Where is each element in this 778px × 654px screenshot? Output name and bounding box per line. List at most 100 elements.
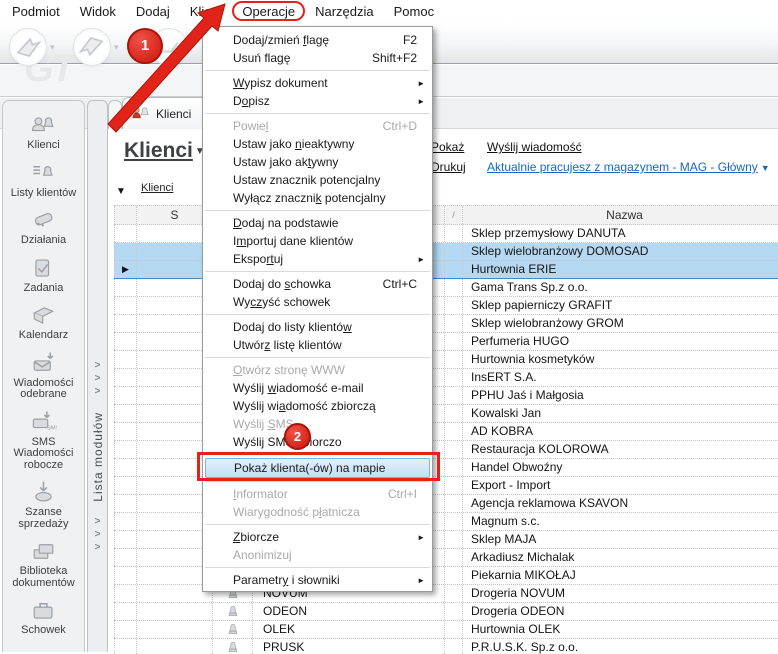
submenu-arrow-icon: ► bbox=[417, 75, 425, 93]
menubar-item-podmiot[interactable]: Podmiot bbox=[2, 2, 70, 21]
menu-item-wyślij-wiadomość-e-mail[interactable]: Wyślij wiadomość e-mail bbox=[203, 379, 432, 397]
sidebar-item-label: Szanse sprzedaży bbox=[4, 507, 84, 530]
submenu-arrow-icon: ► bbox=[417, 529, 425, 547]
sidebar-item-biblioteka-dokumentów[interactable]: Biblioteka dokumentów bbox=[4, 538, 84, 589]
row-marker-cell bbox=[114, 621, 136, 638]
menu-item-dodaj-na-podstawie[interactable]: Dodaj na podstawie bbox=[203, 214, 432, 232]
sidebar-item-kalendarz[interactable]: Kalendarz bbox=[4, 302, 84, 342]
menu-item-zbiorcze[interactable]: Zbiorcze► bbox=[203, 528, 432, 546]
menu-item-wyczyść-schowek[interactable]: Wyczyść schowek bbox=[203, 293, 432, 311]
table-row[interactable]: PRUSKP.R.U.S.K. Sp.z o.o. bbox=[114, 639, 778, 654]
show-link[interactable]: Pokaż bbox=[431, 140, 464, 154]
s-cell bbox=[136, 549, 212, 566]
menu-item-dodaj-do-schowka[interactable]: Dodaj do schowkaCtrl+C bbox=[203, 275, 432, 293]
sidebar-item-label: Listy klientów bbox=[11, 188, 76, 200]
sidebar-item-label: Kalendarz bbox=[19, 330, 69, 342]
mini-cell bbox=[444, 495, 462, 512]
menu-item-importuj-dane-klientów[interactable]: Importuj dane klientów bbox=[203, 232, 432, 250]
s-cell bbox=[136, 261, 212, 278]
nav-forward-caret-icon[interactable]: ▾ bbox=[114, 42, 119, 53]
nav-back-button[interactable] bbox=[9, 28, 47, 66]
sidebar-item-schowek[interactable]: Schowek bbox=[4, 597, 84, 637]
column-header-nazwa[interactable]: Nazwa bbox=[462, 206, 778, 224]
menubar-item-pomoc[interactable]: Pomoc bbox=[384, 2, 444, 21]
row-marker-cell bbox=[114, 279, 136, 296]
name-cell: Kowalski Jan bbox=[462, 405, 778, 422]
mini-cell bbox=[444, 243, 462, 260]
menu-item-parametry-i-słowniki[interactable]: Parametry i słowniki► bbox=[203, 571, 432, 589]
sort-icon[interactable]: / bbox=[444, 206, 462, 224]
table-row[interactable]: OLEKHurtownia OLEK bbox=[114, 621, 778, 639]
sidebar-item-sms-wiadomości-robocze[interactable]: SMS SMS Wiadomości robocze bbox=[4, 409, 84, 472]
column-header-selector[interactable] bbox=[114, 206, 136, 224]
nav-back-caret-icon[interactable]: ▾ bbox=[50, 42, 55, 53]
s-cell bbox=[136, 495, 212, 512]
filter-dropdown-icon[interactable]: ▼ bbox=[116, 186, 126, 197]
name-cell: Magnum s.c. bbox=[462, 513, 778, 530]
menubar-item-dodaj[interactable]: Dodaj bbox=[126, 2, 180, 21]
menu-item-usuń-flagę[interactable]: Usuń flagęShift+F2 bbox=[203, 49, 432, 67]
name-cell: Piekarnia MIKOŁAJ bbox=[462, 567, 778, 584]
s-cell bbox=[136, 639, 212, 654]
menu-item-ustaw-jako-aktywny[interactable]: Ustaw jako aktywny bbox=[203, 153, 432, 171]
print-link[interactable]: Drukuj bbox=[431, 160, 466, 174]
menu-item-dopisz[interactable]: Dopisz► bbox=[203, 92, 432, 110]
sidebar-item-zadania[interactable]: Zadania bbox=[4, 255, 84, 295]
chevron-right-icon: > bbox=[95, 528, 101, 541]
table-row[interactable]: ODEONDrogeria ODEON bbox=[114, 603, 778, 621]
menu-item-ustaw-znacznik-potencjalny[interactable]: Ustaw znacznik potencjalny bbox=[203, 171, 432, 189]
menu-shortcut: Shift+F2 bbox=[372, 49, 417, 67]
s-cell bbox=[136, 369, 212, 386]
menu-item-wyłącz-znacznik-potencjalny[interactable]: Wyłącz znacznik potencjalny bbox=[203, 189, 432, 207]
menubar-item-widok[interactable]: Widok bbox=[70, 2, 126, 21]
menubar: PodmiotWidokDodajKlientOperacjeNarzędzia… bbox=[0, 0, 778, 22]
sidebar-item-listy-klientów[interactable]: Listy klientów bbox=[4, 160, 84, 200]
module-list-collapsed-bar[interactable]: > > > Lista modułów > > > bbox=[87, 100, 108, 652]
nav-forward-button[interactable] bbox=[73, 28, 111, 66]
menu-shortcut: Ctrl+I bbox=[388, 485, 417, 503]
column-header-s[interactable]: S bbox=[136, 206, 212, 224]
menubar-item-narzędzia[interactable]: Narzędzia bbox=[305, 2, 384, 21]
mini-cell bbox=[444, 621, 462, 638]
annotation-highlight-box bbox=[197, 452, 440, 481]
menu-item-wyślij-wiadomość-zbiorczą[interactable]: Wyślij wiadomość zbiorczą bbox=[203, 397, 432, 415]
mini-cell bbox=[444, 261, 462, 278]
client-stamp-icon bbox=[225, 604, 240, 619]
name-cell: Drogeria NOVUM bbox=[462, 585, 778, 602]
sidebar-item-działania[interactable]: Działania bbox=[4, 207, 84, 247]
s-cell bbox=[136, 423, 212, 440]
s-cell bbox=[136, 315, 212, 332]
menubar-item-operacje[interactable]: Operacje bbox=[232, 2, 305, 21]
svg-text:SMS: SMS bbox=[47, 425, 57, 431]
row-marker-cell: ▶ bbox=[114, 261, 136, 278]
mini-cell bbox=[444, 333, 462, 350]
send-message-link[interactable]: Wyślij wiadomość bbox=[487, 140, 582, 154]
sidebar-item-wiadomości-odebrane[interactable]: Wiadomości odebrane bbox=[4, 350, 84, 401]
warehouse-link[interactable]: Aktualnie pracujesz z magazynem - MAG - … bbox=[487, 160, 770, 174]
menu-separator bbox=[205, 481, 430, 482]
icon-cell bbox=[212, 639, 252, 654]
menu-item-wyślij-sms-zbiorczo[interactable]: Wyślij SMS zbiorczo bbox=[203, 433, 432, 451]
icon-cell bbox=[212, 603, 252, 620]
sidebar-item-szanse-sprzedaży[interactable]: Szanse sprzedaży bbox=[4, 479, 84, 530]
menu-item-utwórz-listę-klientów[interactable]: Utwórz listę klientów bbox=[203, 336, 432, 354]
menu-item-dodaj-zmień-flagę[interactable]: Dodaj/zmień flagęF2 bbox=[203, 31, 432, 49]
menu-item-eksportuj[interactable]: Eksportuj► bbox=[203, 250, 432, 268]
filter-klienci-link[interactable]: Klienci bbox=[141, 182, 173, 194]
row-marker-cell bbox=[114, 531, 136, 548]
name-cell: AD KOBRA bbox=[462, 423, 778, 440]
client-tab-icon bbox=[131, 104, 151, 124]
tab-stub[interactable] bbox=[108, 100, 122, 129]
forward-arrow-icon bbox=[74, 29, 110, 65]
sidebar-item-label: SMS Wiadomości robocze bbox=[4, 437, 84, 472]
warehouse-dropdown-icon[interactable]: ▼ bbox=[761, 163, 770, 173]
menubar-item-klient[interactable]: Klient bbox=[180, 2, 233, 21]
mini-cell bbox=[444, 459, 462, 476]
sidebar-item-klienci[interactable]: Klienci bbox=[4, 112, 84, 152]
page-title[interactable]: Klienci▼ bbox=[124, 139, 205, 163]
mini-cell bbox=[444, 585, 462, 602]
menu-item-ustaw-jako-nieaktywny[interactable]: Ustaw jako nieaktywny bbox=[203, 135, 432, 153]
menu-item-wypisz-dokument[interactable]: Wypisz dokument► bbox=[203, 74, 432, 92]
menu-item-dodaj-do-listy-klientów[interactable]: Dodaj do listy klientów bbox=[203, 318, 432, 336]
menu-item-wyślij-sms: Wyślij SMS bbox=[203, 415, 432, 433]
